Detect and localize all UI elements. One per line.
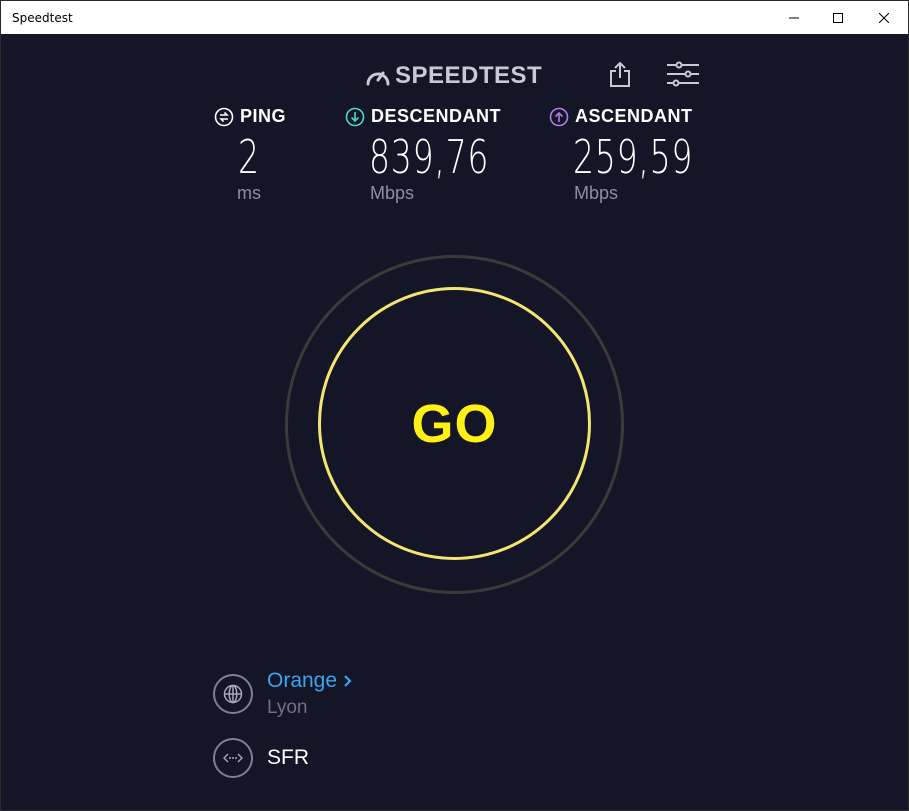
go-label: GO xyxy=(411,393,498,454)
ping-value: 2 xyxy=(238,130,260,184)
speedtest-logo: SPEEDTEST xyxy=(365,62,542,90)
ping-icon xyxy=(214,107,234,126)
download-value: 839,76 xyxy=(369,130,490,184)
gauge-logo-icon xyxy=(366,71,390,86)
server-name[interactable]: Orange xyxy=(267,669,337,693)
globe-icon xyxy=(213,674,253,714)
minimize-button[interactable] xyxy=(771,1,817,35)
sliders-icon xyxy=(667,61,699,87)
provider-row: SFR xyxy=(213,738,309,778)
logo-text: SPEEDTEST xyxy=(395,62,543,89)
upload-unit: Mbps xyxy=(574,183,619,203)
ping-label: PING xyxy=(240,106,287,126)
upload-value: 259,59 xyxy=(573,130,694,184)
download-unit: Mbps xyxy=(370,183,415,203)
server-selector[interactable]: Orange Lyon xyxy=(213,669,353,719)
download-label: DESCENDANT xyxy=(371,106,502,126)
server-location: Lyon xyxy=(267,697,308,718)
speedtest-app: SPEEDTEST PING 2 ms DESCENDANT 839,76 Mb… xyxy=(0,34,909,811)
chevron-right-icon[interactable] xyxy=(343,674,353,688)
download-arrow-icon xyxy=(345,107,365,126)
ping-metric: PING 2 ms xyxy=(214,106,286,204)
go-button[interactable]: GO xyxy=(318,287,591,560)
connection-icon xyxy=(213,738,253,778)
maximize-button[interactable] xyxy=(815,1,861,35)
maximize-icon xyxy=(833,13,843,23)
window-titlebar: Speedtest xyxy=(0,0,909,34)
upload-label: ASCENDANT xyxy=(575,106,693,126)
provider-name: SFR xyxy=(267,746,309,769)
upload-arrow-icon xyxy=(549,107,569,126)
upload-metric: ASCENDANT 259,59 Mbps xyxy=(549,106,740,204)
window-title: Speedtest xyxy=(12,11,73,25)
close-button[interactable] xyxy=(861,1,907,35)
close-icon xyxy=(879,13,889,23)
share-button[interactable] xyxy=(605,58,635,90)
settings-button[interactable] xyxy=(665,60,701,88)
share-icon xyxy=(610,61,630,87)
minimize-icon xyxy=(789,17,799,19)
ping-unit: ms xyxy=(237,183,261,203)
download-metric: DESCENDANT 839,76 Mbps xyxy=(345,106,536,204)
